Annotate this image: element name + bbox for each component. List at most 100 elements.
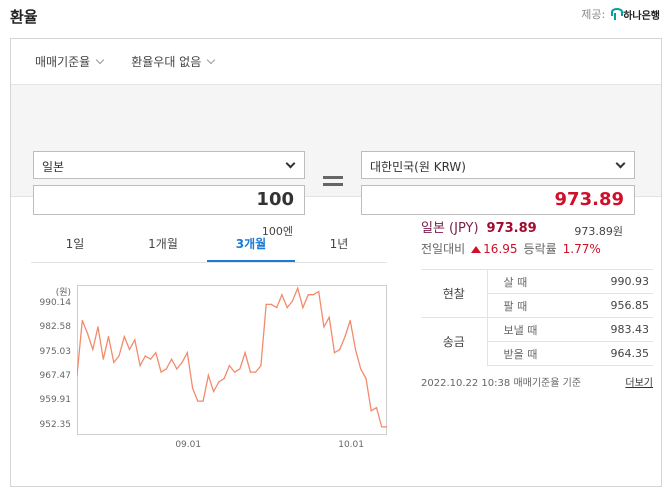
data-point — [249, 371, 251, 373]
x-tick-label: 09.01 — [175, 440, 202, 450]
tab-1y[interactable]: 1년 — [295, 229, 383, 262]
page-title: 환율 — [10, 8, 38, 26]
pct-label: 등락률 — [523, 242, 557, 256]
chevron-down-icon — [95, 55, 105, 65]
rate-change: 전일대비 16.95 등락률 1.77% — [421, 240, 653, 257]
period-tabs: 1일 1개월 3개월 1년 — [31, 229, 387, 263]
data-point — [150, 358, 152, 360]
rate-info: 일본 (JPY) 973.89 전일대비 16.95 등락률 1.77% 현찰 … — [421, 217, 653, 389]
provider-info: 제공: 하나은행 — [581, 6, 660, 22]
bank-logo[interactable]: 하나은행 — [609, 7, 660, 22]
y-tick-label: 952.35 — [39, 419, 72, 430]
current-rate: 973.89 — [486, 221, 537, 236]
up-arrow-icon — [471, 246, 482, 253]
data-point — [339, 348, 341, 351]
data-point — [365, 377, 367, 380]
data-point — [97, 326, 99, 328]
chart-line-svg — [77, 286, 387, 428]
cash-category: 현찰 — [421, 269, 487, 318]
data-point — [354, 348, 357, 351]
data-point — [260, 365, 262, 367]
data-point — [113, 361, 115, 363]
data-point — [244, 352, 246, 354]
data-point — [155, 352, 157, 354]
from-currency-label: 일본 — [42, 160, 65, 174]
data-point — [333, 352, 336, 354]
data-point — [344, 336, 346, 338]
from-currency-select[interactable]: 일본 — [33, 151, 305, 179]
data-point — [375, 407, 378, 409]
data-point — [381, 426, 383, 428]
preferential-rate-dropdown[interactable]: 환율우대 없음 — [131, 53, 216, 70]
data-point — [134, 339, 136, 341]
receive-label: 받을 때 — [486, 341, 578, 366]
footnote: 2022.10.22 10:38 매매기준율 기준 더보기 — [421, 374, 653, 389]
chevron-down-icon — [207, 55, 216, 65]
chevron-down-icon — [285, 158, 296, 169]
pct-value: 1.77% — [562, 242, 601, 256]
data-point — [370, 410, 372, 412]
data-point — [181, 361, 183, 363]
currency-converter: 일본 100 100엔 대한민국(원 KRW) 973.89 973.89원 — [11, 85, 661, 238]
rate-chart: (원) 990.14 982.58 975.03 967.47 959.91 952.35… — [31, 275, 411, 495]
data-point — [286, 307, 288, 309]
equals-icon — [323, 176, 343, 190]
tab-1d[interactable]: 1일 — [31, 229, 119, 262]
send-value: 983.43 — [577, 317, 653, 342]
data-point — [118, 355, 120, 357]
data-point — [160, 371, 162, 373]
cash-buy-value: 990.93 — [577, 269, 653, 294]
data-point — [276, 307, 278, 309]
data-point — [186, 352, 188, 354]
data-point — [218, 381, 220, 383]
data-point — [312, 294, 314, 296]
to-amount-input[interactable]: 973.89 — [361, 185, 635, 215]
data-point — [239, 368, 241, 370]
y-tick-label: 959.91 — [39, 395, 72, 406]
rate-basis-label: 매매기준율 — [35, 55, 91, 69]
timestamp: 2022.10.22 10:38 — [421, 378, 511, 389]
tab-3m[interactable]: 3개월 — [207, 229, 295, 262]
data-point — [171, 358, 173, 360]
data-point — [107, 336, 110, 338]
y-axis-unit: (원) — [55, 288, 71, 298]
data-point — [197, 400, 199, 402]
provider-label: 제공: — [581, 8, 606, 21]
data-point — [223, 377, 225, 380]
data-point — [307, 294, 309, 296]
data-point — [328, 316, 330, 318]
data-point — [81, 319, 83, 322]
y-tick-label: 990.14 — [39, 297, 72, 308]
data-point — [144, 355, 146, 357]
basis-note: 매매기준율 기준 — [513, 378, 582, 389]
to-currency-select[interactable]: 대한민국(원 KRW) — [361, 151, 635, 179]
more-link[interactable]: 더보기 — [625, 374, 653, 389]
data-point — [92, 348, 94, 351]
data-point — [139, 365, 141, 367]
table-row: 송금 보낼 때 983.43 — [421, 317, 653, 366]
data-point — [360, 368, 362, 370]
series-line — [77, 286, 387, 428]
change-label: 전일대비 — [421, 242, 466, 256]
cash-sell-label: 팔 때 — [486, 293, 578, 318]
to-currency-label: 대한민국(원 KRW) — [370, 160, 466, 174]
data-point — [192, 387, 194, 389]
y-tick-label: 982.58 — [39, 322, 72, 333]
quote-table: 현찰 살 때 990.93 팔 때 956.85 송금 보낼 때 983.43 … — [421, 269, 653, 366]
data-point — [176, 368, 178, 370]
data-point — [202, 400, 204, 402]
remit-category: 송금 — [421, 317, 487, 366]
data-point — [102, 358, 104, 360]
from-amount-input[interactable]: 100 — [33, 185, 305, 215]
y-tick-label: 975.03 — [39, 346, 72, 357]
x-tick-label: 10.01 — [338, 440, 364, 450]
exchange-rate-panel: 매매기준율 환율우대 없음 일본 100 100엔 대한민국(원 KRW) 97… — [10, 38, 662, 487]
data-point — [255, 371, 257, 373]
data-point — [349, 319, 351, 322]
cash-buy-label: 살 때 — [486, 269, 578, 294]
data-point — [281, 294, 283, 296]
currency-name: 일본 (JPY) — [421, 221, 479, 236]
rate-basis-dropdown[interactable]: 매매기준율 — [35, 53, 105, 70]
tab-1m[interactable]: 1개월 — [119, 229, 207, 262]
data-point — [128, 348, 131, 351]
